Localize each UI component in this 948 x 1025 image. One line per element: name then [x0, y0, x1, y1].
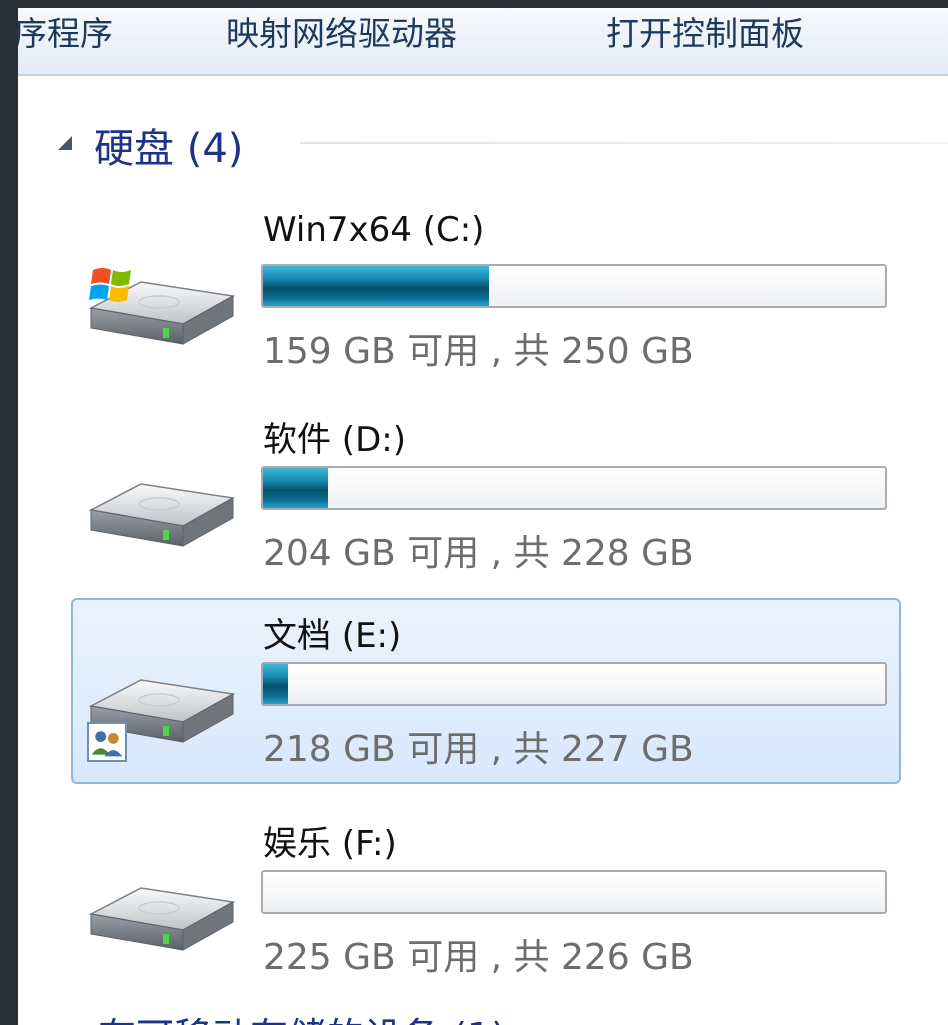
drive-name: Win7x64 (C:) — [263, 210, 485, 250]
explorer-window: 序程序 映射网络驱动器 打开控制面板 硬盘 (4) Win7x64 (C:) 1… — [18, 8, 948, 1025]
usage-bar-fill — [263, 266, 490, 306]
toolbar-open-control-panel-button[interactable]: 打开控制面板 — [606, 14, 804, 54]
collapse-arrow-icon[interactable] — [58, 136, 72, 150]
group-divider — [300, 142, 948, 144]
hard-drive-windows-icon — [88, 268, 236, 345]
drive-space: 225 GB 可用 , 共 226 GB — [263, 937, 694, 978]
usage-bar-fill — [263, 664, 288, 704]
toolbar-map-network-drive-button[interactable]: 映射网络驱动器 — [226, 14, 457, 54]
drive-tile-d[interactable]: 软件 (D:) 204 GB 可用 , 共 228 GB — [71, 402, 901, 588]
drive-tile-c[interactable]: Win7x64 (C:) 159 GB 可用 , 共 250 GB — [71, 200, 901, 386]
drive-name: 软件 (D:) — [263, 420, 406, 460]
drive-space: 204 GB 可用 , 共 228 GB — [263, 533, 694, 574]
drive-tile-e[interactable]: 文档 (E:) 218 GB 可用 , 共 227 GB — [71, 598, 901, 784]
drive-name: 文档 (E:) — [263, 616, 402, 656]
group-title-removable[interactable]: 有可移动存储的设备 (1) — [98, 1006, 506, 1025]
usage-bar-fill — [263, 468, 329, 508]
usage-bar — [261, 466, 887, 510]
toolbar-uninstall-button[interactable]: 序程序 — [18, 14, 113, 54]
shared-users-icon — [87, 722, 127, 762]
drive-name: 娱乐 (F:) — [263, 824, 397, 864]
hard-drive-icon — [88, 887, 236, 951]
hard-drive-icon — [88, 483, 236, 547]
toolbar: 序程序 映射网络驱动器 打开控制面板 — [18, 8, 948, 76]
group-title: 硬盘 (4) — [94, 126, 244, 172]
usage-bar — [261, 264, 887, 308]
drive-space: 159 GB 可用 , 共 250 GB — [263, 331, 694, 372]
drive-tile-f[interactable]: 娱乐 (F:) 225 GB 可用 , 共 226 GB — [71, 806, 901, 992]
drive-space: 218 GB 可用 , 共 227 GB — [263, 729, 694, 770]
usage-bar — [261, 870, 887, 914]
usage-bar — [261, 662, 887, 706]
group-header-hard-disks[interactable]: 硬盘 (4) — [18, 108, 948, 178]
